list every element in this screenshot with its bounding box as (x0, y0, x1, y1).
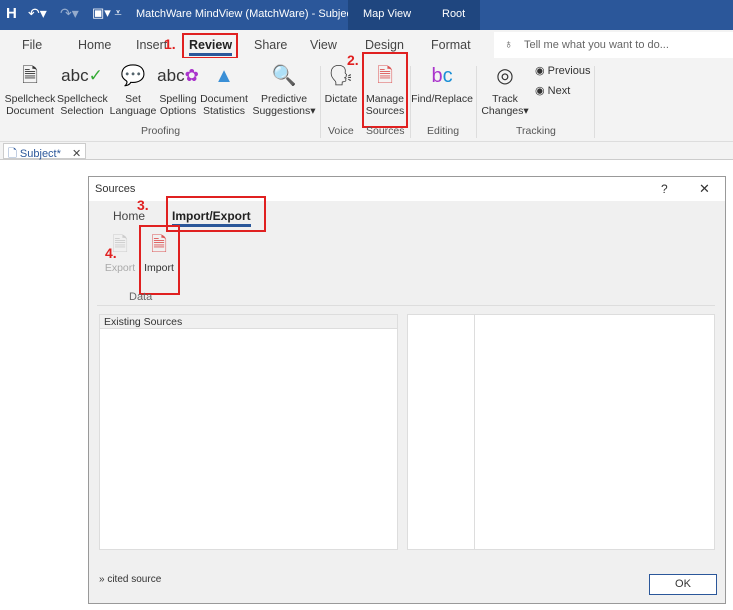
document-tabs: 🗋 Subject* ✕ (0, 142, 733, 160)
tab-file[interactable]: File (22, 38, 42, 52)
previous-button[interactable]: ◉ Previous (535, 64, 590, 77)
lightbulb-icon: ♁ (504, 37, 513, 51)
document-statistics-button[interactable]: ▲ Document Statistics (199, 62, 249, 117)
redo-icon[interactable]: ↷▾ (60, 5, 79, 22)
divider (97, 305, 715, 306)
import-icon: 🗎 (150, 234, 168, 256)
help-button[interactable]: ? (661, 182, 668, 196)
tab-design[interactable]: Design (365, 38, 404, 52)
context-tab-root[interactable]: Root (442, 8, 465, 20)
tab-share[interactable]: Share (254, 38, 287, 52)
tab-view[interactable]: View (310, 38, 337, 52)
doc-tab-subject[interactable]: 🗋 Subject* ✕ (3, 143, 87, 160)
manage-sources-button[interactable]: 🗎 Manage Sources (364, 62, 406, 117)
group-editing: Editing (427, 125, 460, 137)
group-proofing: Proofing (141, 125, 181, 137)
group-voice: Voice (328, 125, 354, 137)
tell-me-box[interactable]: ♁ Tell me what you want to do... (494, 32, 733, 58)
undo-icon[interactable]: ↶▾ (28, 5, 47, 22)
existing-sources-list[interactable]: Existing Sources (99, 314, 398, 550)
previous-icon: ◉ (535, 65, 548, 77)
set-language-button[interactable]: 💬 Set Language (108, 62, 158, 117)
customize-icon[interactable]: ▣▾ ⩡ (92, 5, 122, 21)
find-replace-icon: bc (431, 65, 453, 87)
spelling-options-icon: abc✿ (157, 66, 199, 85)
predictive-icon: 🔍 (271, 65, 297, 87)
ok-button[interactable]: OK (649, 574, 717, 595)
dialog-title: Sources (95, 183, 136, 195)
divider (594, 66, 595, 138)
group-data: Data (129, 291, 153, 303)
save-icon[interactable]: H (6, 5, 17, 22)
cited-source-legend: » cited source (99, 574, 162, 585)
ribbon: 🗎 Spellcheck Document abc✓ Spellcheck Select… (0, 52, 733, 142)
sources-dialog: Sources ? ✕ Home 3. Import/Export 🗎 Expor… (88, 176, 726, 604)
divider (476, 66, 477, 138)
annotation-1: 1. (164, 36, 176, 52)
list-header: Existing Sources (100, 315, 397, 329)
document-icon: 🗋 (8, 148, 17, 160)
find-replace-button[interactable]: bc Find/Replace (411, 62, 473, 105)
tab-review[interactable]: Review (189, 38, 233, 56)
predictive-suggestions-button[interactable]: 🔍 Predictive Suggestions▾ (250, 62, 318, 117)
spellcheck-document-icon: 🗎 (21, 65, 39, 87)
statistics-icon: ▲ (214, 65, 234, 87)
context-tab-map-view[interactable]: Map View (363, 8, 411, 20)
track-changes-button[interactable]: ◎ Track Changes▾ (478, 62, 532, 117)
annotation-4: 4. (105, 245, 117, 261)
import-button[interactable]: 🗎 Import (141, 231, 177, 274)
divider (320, 66, 321, 138)
manage-sources-icon: 🗎 (376, 65, 394, 87)
dictate-button[interactable]: 🗣 Dictate (323, 62, 359, 105)
annotation-2: 2. (347, 52, 359, 68)
spelling-options-button[interactable]: abc✿ Spelling Options (157, 62, 199, 117)
tab-insert[interactable]: Insert (136, 38, 167, 52)
language-icon: 💬 (120, 65, 146, 87)
window-title: MatchWare MindView (MatchWare) - Subject (136, 8, 356, 20)
abc-check-icon: abc✓ (61, 66, 103, 85)
tell-me-input[interactable]: Tell me what you want to do... (524, 39, 669, 51)
group-sources: Sources (366, 125, 405, 137)
dialog-tab-import-export[interactable]: Import/Export (172, 209, 251, 227)
tab-format[interactable]: Format (431, 38, 471, 52)
tab-home[interactable]: Home (78, 38, 111, 52)
spellcheck-document-button[interactable]: 🗎 Spellcheck Document (4, 62, 56, 117)
annotation-3: 3. (137, 197, 149, 213)
group-tracking: Tracking (516, 125, 556, 137)
spellcheck-selection-button[interactable]: abc✓ Spellcheck Selection (57, 62, 108, 117)
divider (474, 315, 475, 549)
close-icon[interactable]: ✕ (699, 181, 710, 197)
close-tab-icon[interactable]: ✕ (72, 148, 81, 160)
context-tabs: Map View Root (348, 0, 480, 30)
track-changes-icon: ◎ (496, 65, 514, 87)
next-button[interactable]: ◉ Next (535, 84, 570, 97)
source-details-panel (407, 314, 715, 550)
next-icon: ◉ (535, 85, 548, 97)
